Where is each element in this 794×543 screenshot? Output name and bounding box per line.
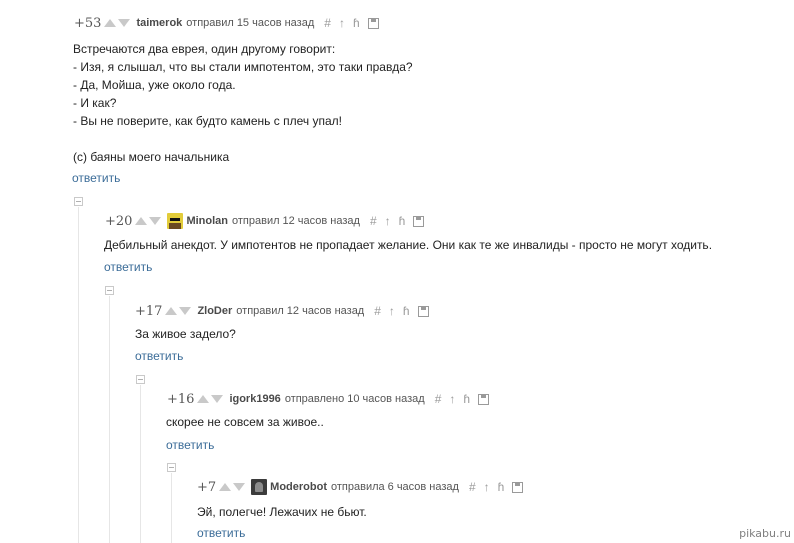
- comment-author[interactable]: ZloDer: [197, 305, 232, 317]
- comment-time: 12 часов назад: [282, 215, 360, 227]
- parent-arrow-icon[interactable]: ↑: [339, 16, 345, 30]
- branch-icon[interactable]: ɦ: [353, 16, 360, 30]
- thread-line-level-1: [78, 207, 79, 543]
- comment-header: +17 ZloDer отправил 12 часов назад # ↑ ɦ: [135, 302, 429, 320]
- permalink-icon[interactable]: #: [324, 16, 331, 30]
- reply-link[interactable]: ответить: [197, 526, 245, 540]
- reply-link[interactable]: ответить: [104, 260, 152, 274]
- vote-up-icon[interactable]: [219, 483, 232, 491]
- parent-arrow-icon[interactable]: ↑: [389, 304, 395, 318]
- comment-action: отправил: [186, 17, 234, 29]
- comment-author[interactable]: Moderobot: [270, 481, 327, 493]
- comment-author[interactable]: taimerok: [136, 17, 182, 29]
- branch-icon[interactable]: ɦ: [403, 304, 410, 318]
- comment-action: отправила: [331, 481, 385, 493]
- reply-link[interactable]: ответить: [135, 349, 183, 363]
- permalink-icon[interactable]: #: [370, 214, 377, 228]
- comment-header: +20 Minolan отправил 12 часов назад # ↑ …: [105, 212, 425, 230]
- thread-line-level-3: [140, 385, 141, 543]
- vote-down-icon[interactable]: [149, 217, 162, 225]
- comment-header: +53 taimerok отправил 15 часов назад # ↑…: [74, 14, 379, 32]
- site-watermark: pikabu.ru: [739, 527, 791, 540]
- comment-time: 6 часов назад: [387, 481, 459, 493]
- comment-rating: +17: [135, 303, 163, 319]
- vote-down-icon[interactable]: [211, 395, 224, 403]
- parent-arrow-icon[interactable]: ↑: [385, 214, 391, 228]
- comment-rating: +7: [197, 479, 217, 495]
- save-icon[interactable]: [417, 305, 429, 317]
- comment-text: Дебильный анекдот. У импотентов не пропа…: [104, 238, 713, 252]
- thread-line-level-4: [171, 473, 172, 543]
- save-icon[interactable]: [413, 215, 425, 227]
- permalink-icon[interactable]: #: [469, 480, 476, 494]
- branch-icon[interactable]: ɦ: [498, 480, 505, 494]
- collapse-icon[interactable]: [167, 463, 176, 472]
- avatar[interactable]: [251, 479, 268, 495]
- reply-link[interactable]: ответить: [72, 171, 120, 185]
- comment-text: скорее не совсем за живое..: [166, 415, 324, 429]
- vote-down-icon[interactable]: [233, 483, 246, 491]
- vote-down-icon[interactable]: [179, 307, 192, 315]
- vote-up-icon[interactable]: [104, 19, 117, 27]
- collapse-icon[interactable]: [136, 375, 145, 384]
- avatar[interactable]: [167, 213, 184, 229]
- branch-icon[interactable]: ɦ: [463, 392, 470, 406]
- comment-header: +16 igork1996 отправлено 10 часов назад …: [167, 390, 490, 408]
- comment-text: За живое задело?: [135, 327, 236, 341]
- comment-action: отправлено: [284, 393, 345, 405]
- comment-text: Встречаются два еврея, один другому гово…: [73, 42, 413, 164]
- comment-time: 12 часов назад: [286, 305, 365, 317]
- vote-up-icon[interactable]: [165, 307, 178, 315]
- comment-rating: +53: [74, 15, 102, 31]
- permalink-icon[interactable]: #: [374, 304, 381, 318]
- permalink-icon[interactable]: #: [435, 392, 442, 406]
- comment-text: Эй, полегче! Лежачих не бьют.: [197, 505, 367, 519]
- comment-action: отправил: [232, 215, 280, 227]
- comment-author[interactable]: Minolan: [186, 215, 228, 227]
- comment-rating: +16: [167, 391, 195, 407]
- comment-author[interactable]: igork1996: [229, 393, 280, 405]
- comment-header: +7 Moderobot отправила 6 часов назад # ↑…: [197, 478, 524, 496]
- vote-up-icon[interactable]: [197, 395, 210, 403]
- comment-rating: +20: [105, 213, 133, 229]
- comment-action: отправил: [236, 305, 284, 317]
- thread-line-level-2: [109, 296, 110, 543]
- parent-arrow-icon[interactable]: ↑: [449, 392, 455, 406]
- vote-up-icon[interactable]: [135, 217, 148, 225]
- parent-arrow-icon[interactable]: ↑: [484, 480, 490, 494]
- collapse-icon[interactable]: [74, 197, 83, 206]
- vote-down-icon[interactable]: [118, 19, 131, 27]
- save-icon[interactable]: [478, 393, 490, 405]
- comment-time: 10 часов назад: [347, 393, 425, 405]
- save-icon[interactable]: [367, 17, 379, 29]
- branch-icon[interactable]: ɦ: [399, 214, 406, 228]
- collapse-icon[interactable]: [105, 286, 114, 295]
- save-icon[interactable]: [512, 481, 524, 493]
- reply-link[interactable]: ответить: [166, 438, 214, 452]
- comment-time: 15 часов назад: [236, 17, 315, 29]
